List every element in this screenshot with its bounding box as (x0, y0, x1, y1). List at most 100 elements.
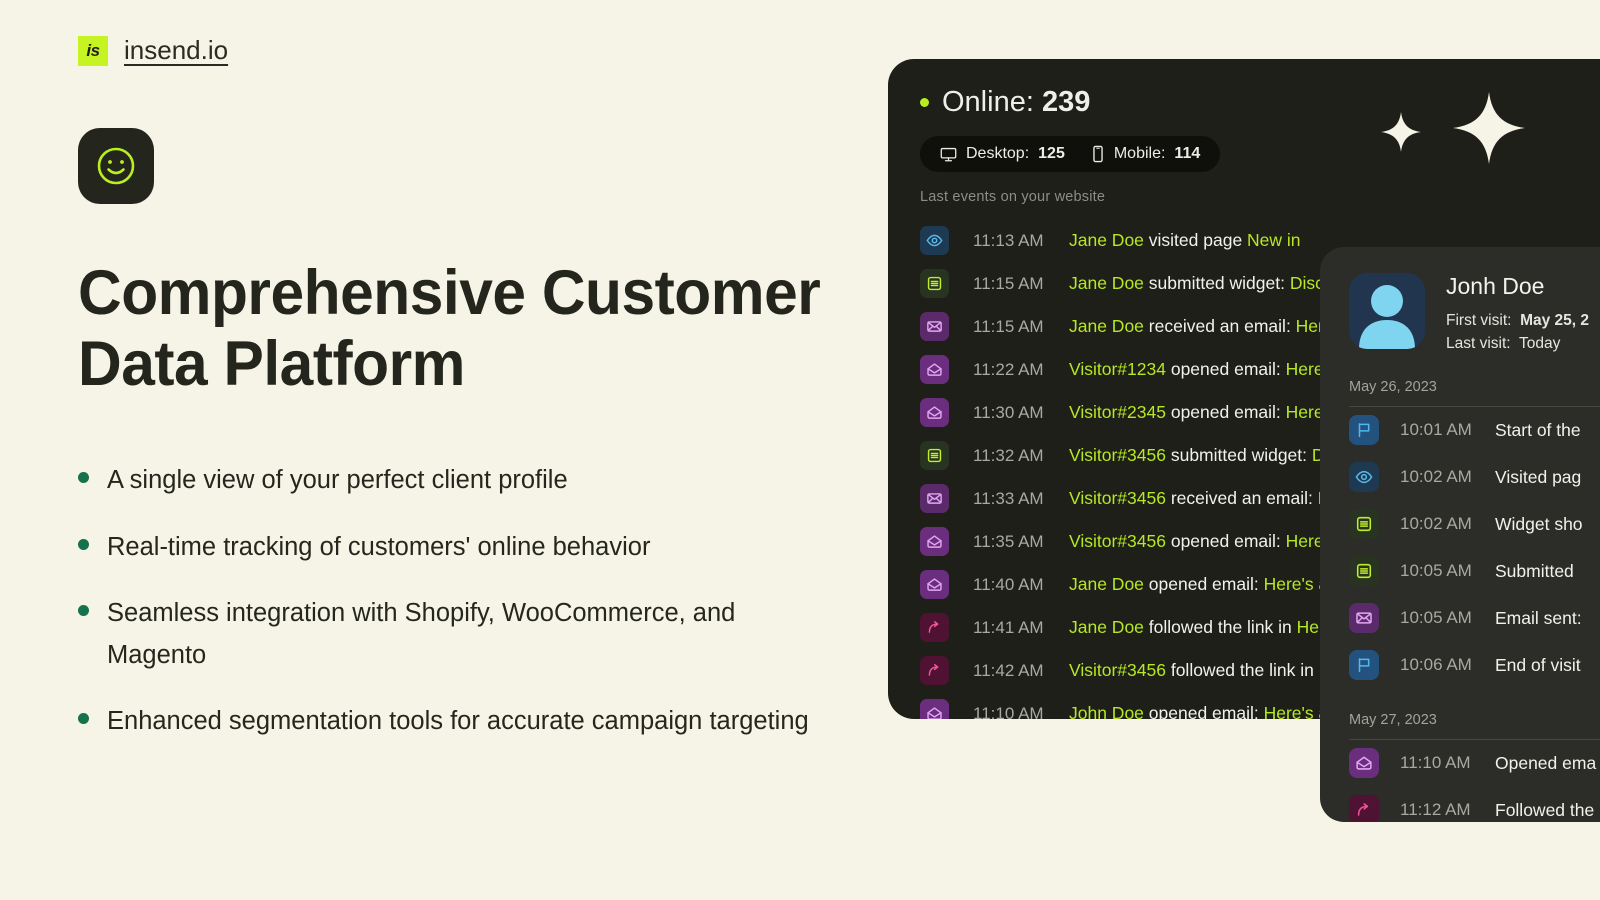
event-action: opened email: (1165, 359, 1286, 379)
timeline-time: 11:12 AM (1400, 800, 1471, 819)
timeline-row[interactable]: 10:01 AM Start of the (1349, 407, 1600, 454)
event-type-icon-tile (920, 570, 949, 599)
event-description: Visitor#1234 opened email: Here's a (1069, 359, 1350, 380)
event-type-icon-tile (920, 484, 949, 513)
eye-icon (926, 234, 943, 247)
email-open-icon (927, 578, 942, 591)
last-visit-label: Last visit: (1446, 335, 1511, 353)
list-item-label: Real-time tracking of customers' online … (107, 532, 651, 561)
smiley-face-icon (97, 147, 135, 185)
list-item-label: Seamless integration with Shopify, WooCo… (107, 599, 736, 669)
timeline-type-icon-tile (1349, 795, 1379, 822)
event-action: followed the link in (1165, 660, 1319, 680)
list-item: Real-time tracking of customers' online … (78, 527, 818, 569)
sparkle-small-decor (1381, 112, 1421, 152)
event-description: Jane Doe submitted widget: Discount (1069, 273, 1358, 294)
profile-details: Jonh Doe First visit: May 25, 2 Last vis… (1446, 273, 1589, 356)
event-action: visited page (1143, 230, 1248, 250)
first-visit-value: May 25, 2 (1520, 312, 1589, 329)
timeline-row[interactable]: 10:05 AM Submitted (1349, 548, 1600, 595)
page-title: Comprehensive Customer Data Platform (78, 258, 821, 399)
flag-icon (1358, 423, 1370, 438)
event-type-icon-tile (920, 527, 949, 556)
event-type-icon-tile (920, 656, 949, 685)
timeline-text: Visited pag (1495, 466, 1582, 487)
timeline-time: 10:05 AM (1400, 561, 1472, 580)
desktop-monitor-icon (940, 147, 957, 161)
online-count: 239 (1041, 86, 1091, 118)
timeline-text: Followed the (1495, 799, 1595, 820)
sparkle-icon (1453, 92, 1525, 164)
timeline-row[interactable]: 11:10 AM Opened ema (1349, 740, 1600, 787)
timeline-row[interactable]: 10:06 AM End of visit (1349, 642, 1600, 689)
mobile-phone-icon (1093, 145, 1103, 163)
sparkle-large-decor (1453, 92, 1525, 164)
visitor-profile-card: Jonh Doe First visit: May 25, 2 Last vis… (1320, 247, 1600, 822)
timeline-time: 10:02 AM (1400, 514, 1472, 533)
event-actor: Visitor#3456 (1069, 488, 1166, 508)
brand-logo[interactable]: is insend.io (78, 35, 228, 66)
device-breakdown-pill: Desktop: 125 Mobile: 114 (920, 136, 1221, 172)
event-actor: Jane Doe (1069, 316, 1144, 336)
event-actor: Visitor#1234 (1069, 359, 1166, 379)
event-type-icon-tile (920, 699, 949, 719)
timeline-type-icon-tile (1349, 650, 1379, 680)
widget-icon (927, 276, 942, 291)
list-item-label: Enhanced segmentation tools for accurate… (107, 707, 809, 736)
email-sent-icon (1356, 612, 1372, 624)
event-action: opened email: (1165, 402, 1286, 422)
online-label: Online: 239 (942, 86, 1090, 119)
event-type-icon-tile (920, 441, 949, 470)
event-type-icon-tile (920, 312, 949, 341)
brand-name-link[interactable]: insend.io (124, 35, 228, 66)
list-item-label: A single view of your perfect client pro… (107, 466, 568, 494)
event-actor: Jane Doe (1069, 574, 1144, 594)
email-sent-icon (927, 321, 942, 332)
event-description: John Doe opened email: Here's a tre (1069, 703, 1354, 719)
event-actor: Visitor#2345 (1069, 402, 1166, 422)
timeline-time: 10:02 AM (1400, 467, 1472, 486)
timeline-text: Opened ema (1495, 752, 1597, 773)
timeline-row[interactable]: 10:05 AM Email sent: (1349, 595, 1600, 642)
event-type-icon-tile (920, 226, 949, 255)
bullet-dot-icon (78, 713, 89, 725)
bullet-dot-icon (78, 538, 89, 550)
profile-timeline: May 26, 2023 10:01 AM Start of the 10:02 AM… (1349, 379, 1600, 822)
event-type-icon-tile (920, 269, 949, 298)
timeline-text: Start of the (1495, 419, 1581, 440)
email-open-icon (927, 707, 942, 719)
event-description: Visitor#2345 opened email: Here's a (1069, 402, 1350, 423)
first-visit-row: First visit: May 25, 2 (1446, 309, 1589, 332)
link-icon (928, 663, 939, 676)
event-actor: Visitor#3456 (1069, 445, 1166, 465)
event-description: Jane Doe followed the link in Here's a (1069, 617, 1361, 638)
event-time: 11:33 AM (973, 488, 1044, 508)
timeline-row[interactable]: 10:02 AM Visited pag (1349, 454, 1600, 501)
timeline-text: Email sent: (1495, 607, 1582, 628)
list-item: Seamless integration with Shopify, WooCo… (78, 593, 818, 676)
bullet-dot-icon (78, 472, 89, 483)
email-open-icon (1356, 756, 1372, 770)
bullet-dot-icon (78, 605, 89, 617)
link-icon (928, 620, 939, 633)
list-item: Enhanced segmentation tools for accurate… (78, 701, 818, 743)
sparkle-icon (1381, 112, 1421, 152)
timeline-text: Submitted (1495, 560, 1574, 581)
event-action: opened email: (1143, 703, 1264, 719)
event-actor: Jane Doe (1069, 617, 1144, 637)
widget-icon (1356, 563, 1372, 579)
timeline-row[interactable]: 10:02 AM Widget sho (1349, 501, 1600, 548)
event-type-icon-tile (920, 613, 949, 642)
timeline-time: 10:05 AM (1400, 608, 1472, 627)
timeline-type-icon-tile (1349, 603, 1379, 633)
timeline-time: 11:10 AM (1400, 753, 1471, 772)
timeline-date-separator: May 27, 2023 (1349, 711, 1437, 728)
widget-icon (927, 448, 942, 463)
timeline-time: 10:01 AM (1400, 420, 1472, 439)
event-time: 11:22 AM (973, 359, 1044, 379)
last-visit-row: Last visit: Today (1446, 332, 1589, 355)
event-time: 11:15 AM (973, 316, 1044, 336)
event-actor: Jane Doe (1069, 273, 1144, 293)
event-action: opened email: (1165, 531, 1286, 551)
timeline-row[interactable]: 11:12 AM Followed the (1349, 787, 1600, 822)
